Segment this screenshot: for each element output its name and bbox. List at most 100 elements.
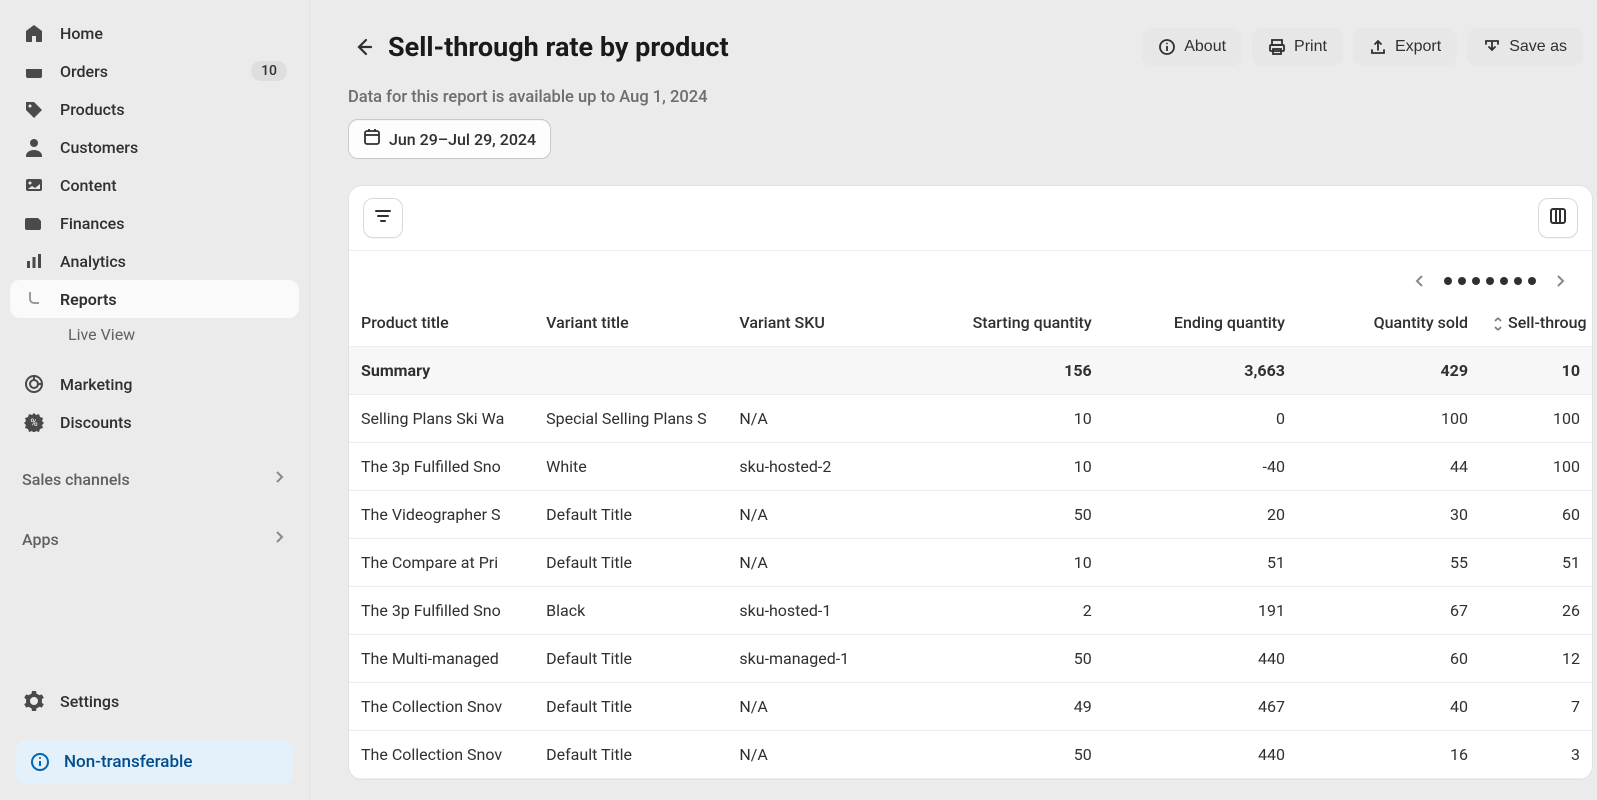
sidebar-item-orders[interactable]: Orders 10 xyxy=(10,52,299,90)
table-row[interactable]: The Multi-managedDefault Titlesku-manage… xyxy=(349,635,1592,683)
sidebar-item-reports[interactable]: Reports xyxy=(10,280,299,318)
export-button[interactable]: Export xyxy=(1353,28,1457,66)
page-title: Sell-through rate by product xyxy=(388,31,729,63)
columns-button[interactable] xyxy=(1538,198,1578,238)
date-range-picker[interactable]: Jun 29–Jul 29, 2024 xyxy=(348,119,551,159)
cell-variant: Default Title xyxy=(534,635,727,683)
sidebar-item-settings[interactable]: Settings xyxy=(10,682,299,720)
col-variant-title[interactable]: Variant title xyxy=(534,299,727,347)
cell-start: 10 xyxy=(921,395,1104,443)
print-button[interactable]: Print xyxy=(1252,28,1343,66)
col-variant-sku[interactable]: Variant SKU xyxy=(727,299,920,347)
orders-icon xyxy=(22,59,46,83)
cell-sell: 7 xyxy=(1480,683,1592,731)
col-starting-quantity[interactable]: Starting quantity xyxy=(921,299,1104,347)
cell-sku: N/A xyxy=(727,731,920,779)
target-icon xyxy=(22,372,46,396)
sidebar-item-label: Settings xyxy=(60,692,119,711)
col-sell-through[interactable]: Sell-throug xyxy=(1480,299,1592,347)
cell-product: The 3p Fulfilled Sno xyxy=(349,587,534,635)
cell-sku: sku-managed-1 xyxy=(727,635,920,683)
cell-sku: N/A xyxy=(727,683,920,731)
cell-end: 467 xyxy=(1104,683,1297,731)
cell-variant: Special Selling Plans S xyxy=(534,395,727,443)
table-row[interactable]: The 3p Fulfilled SnoWhitesku-hosted-210-… xyxy=(349,443,1592,491)
sidebar: Home Orders 10 Products Customers Cont xyxy=(0,0,310,800)
cell-end: 20 xyxy=(1104,491,1297,539)
cell-product: The Compare at Pri xyxy=(349,539,534,587)
sidebar-section-apps[interactable]: Apps xyxy=(10,521,299,557)
table-row[interactable]: The 3p Fulfilled SnoBlacksku-hosted-1219… xyxy=(349,587,1592,635)
export-icon xyxy=(1369,38,1387,56)
print-icon xyxy=(1268,38,1286,56)
cell-end: 191 xyxy=(1104,587,1297,635)
main-content: Sell-through rate by product About Print… xyxy=(310,0,1597,800)
sidebar-item-content[interactable]: Content xyxy=(10,166,299,204)
sidebar-item-label: Content xyxy=(60,176,117,195)
cell-sell: 51 xyxy=(1480,539,1592,587)
sidebar-item-liveview[interactable]: Live View xyxy=(10,318,299,351)
col-product-title[interactable]: Product title xyxy=(349,299,534,347)
cell-end: -40 xyxy=(1104,443,1297,491)
cell-sku: N/A xyxy=(727,395,920,443)
discount-icon: % xyxy=(22,410,46,434)
sidebar-item-marketing[interactable]: Marketing xyxy=(10,365,299,403)
cell-sell: 100 xyxy=(1480,395,1592,443)
sidebar-item-label: Discounts xyxy=(60,413,132,432)
cell-sku: sku-hosted-1 xyxy=(727,587,920,635)
pager-next[interactable] xyxy=(1548,269,1572,293)
col-quantity-sold[interactable]: Quantity sold xyxy=(1297,299,1480,347)
sidebar-item-customers[interactable]: Customers xyxy=(10,128,299,166)
pager-prev[interactable] xyxy=(1408,269,1432,293)
cell-product: The Collection Snov xyxy=(349,731,534,779)
wallet-icon xyxy=(22,211,46,235)
cell-variant: Default Title xyxy=(534,731,727,779)
sidebar-item-home[interactable]: Home xyxy=(10,14,299,52)
cell-variant: White xyxy=(534,443,727,491)
back-button[interactable] xyxy=(348,32,378,62)
table-row[interactable]: Selling Plans Ski WaSpecial Selling Plan… xyxy=(349,395,1592,443)
table-row[interactable]: The Collection SnovDefault TitleN/A49467… xyxy=(349,683,1592,731)
filter-button[interactable] xyxy=(363,198,403,238)
table-row[interactable]: The Collection SnovDefault TitleN/A50440… xyxy=(349,731,1592,779)
table-header-row: Product title Variant title Variant SKU … xyxy=(349,299,1592,347)
report-card: Product title Variant title Variant SKU … xyxy=(348,185,1593,780)
cell-sell: 100 xyxy=(1480,443,1592,491)
columns-icon xyxy=(1548,206,1568,230)
chevron-right-icon xyxy=(271,529,287,549)
sidebar-item-label: Products xyxy=(60,100,125,119)
sidebar-item-discounts[interactable]: % Discounts xyxy=(10,403,299,441)
cell-sku: sku-hosted-2 xyxy=(727,443,920,491)
cell-product: The Videographer S xyxy=(349,491,534,539)
sidebar-item-label: Analytics xyxy=(60,252,126,271)
cell-start: 50 xyxy=(921,635,1104,683)
table-row[interactable]: The Videographer SDefault TitleN/A502030… xyxy=(349,491,1592,539)
cell-variant: Black xyxy=(534,587,727,635)
chevron-right-icon xyxy=(271,469,287,489)
sidebar-item-label: Reports xyxy=(60,290,117,309)
about-button[interactable]: About xyxy=(1142,28,1242,66)
cell-sell: 12 xyxy=(1480,635,1592,683)
table-row[interactable]: The Compare at PriDefault TitleN/A105155… xyxy=(349,539,1592,587)
analytics-icon xyxy=(22,249,46,273)
sidebar-item-analytics[interactable]: Analytics xyxy=(10,242,299,280)
summary-ending-qty: 3,663 xyxy=(1104,347,1297,395)
sidebar-item-label: Finances xyxy=(60,214,124,233)
cell-start: 2 xyxy=(921,587,1104,635)
cell-sold: 55 xyxy=(1297,539,1480,587)
sidebar-item-products[interactable]: Products xyxy=(10,90,299,128)
cell-sku: N/A xyxy=(727,539,920,587)
non-transferable-banner[interactable]: Non-transferable xyxy=(16,740,293,784)
save-as-icon xyxy=(1483,38,1501,56)
person-icon xyxy=(22,135,46,159)
cell-sold: 67 xyxy=(1297,587,1480,635)
cell-sku: N/A xyxy=(727,491,920,539)
sidebar-section-sales-channels[interactable]: Sales channels xyxy=(10,461,299,497)
data-availability-text: Data for this report is available up to … xyxy=(348,88,1597,107)
cell-product: The Collection Snov xyxy=(349,683,534,731)
sidebar-item-finances[interactable]: Finances xyxy=(10,204,299,242)
save-as-button[interactable]: Save as xyxy=(1467,28,1583,66)
sort-icon xyxy=(1492,317,1504,331)
summary-sell-through: 10 xyxy=(1480,347,1592,395)
col-ending-quantity[interactable]: Ending quantity xyxy=(1104,299,1297,347)
